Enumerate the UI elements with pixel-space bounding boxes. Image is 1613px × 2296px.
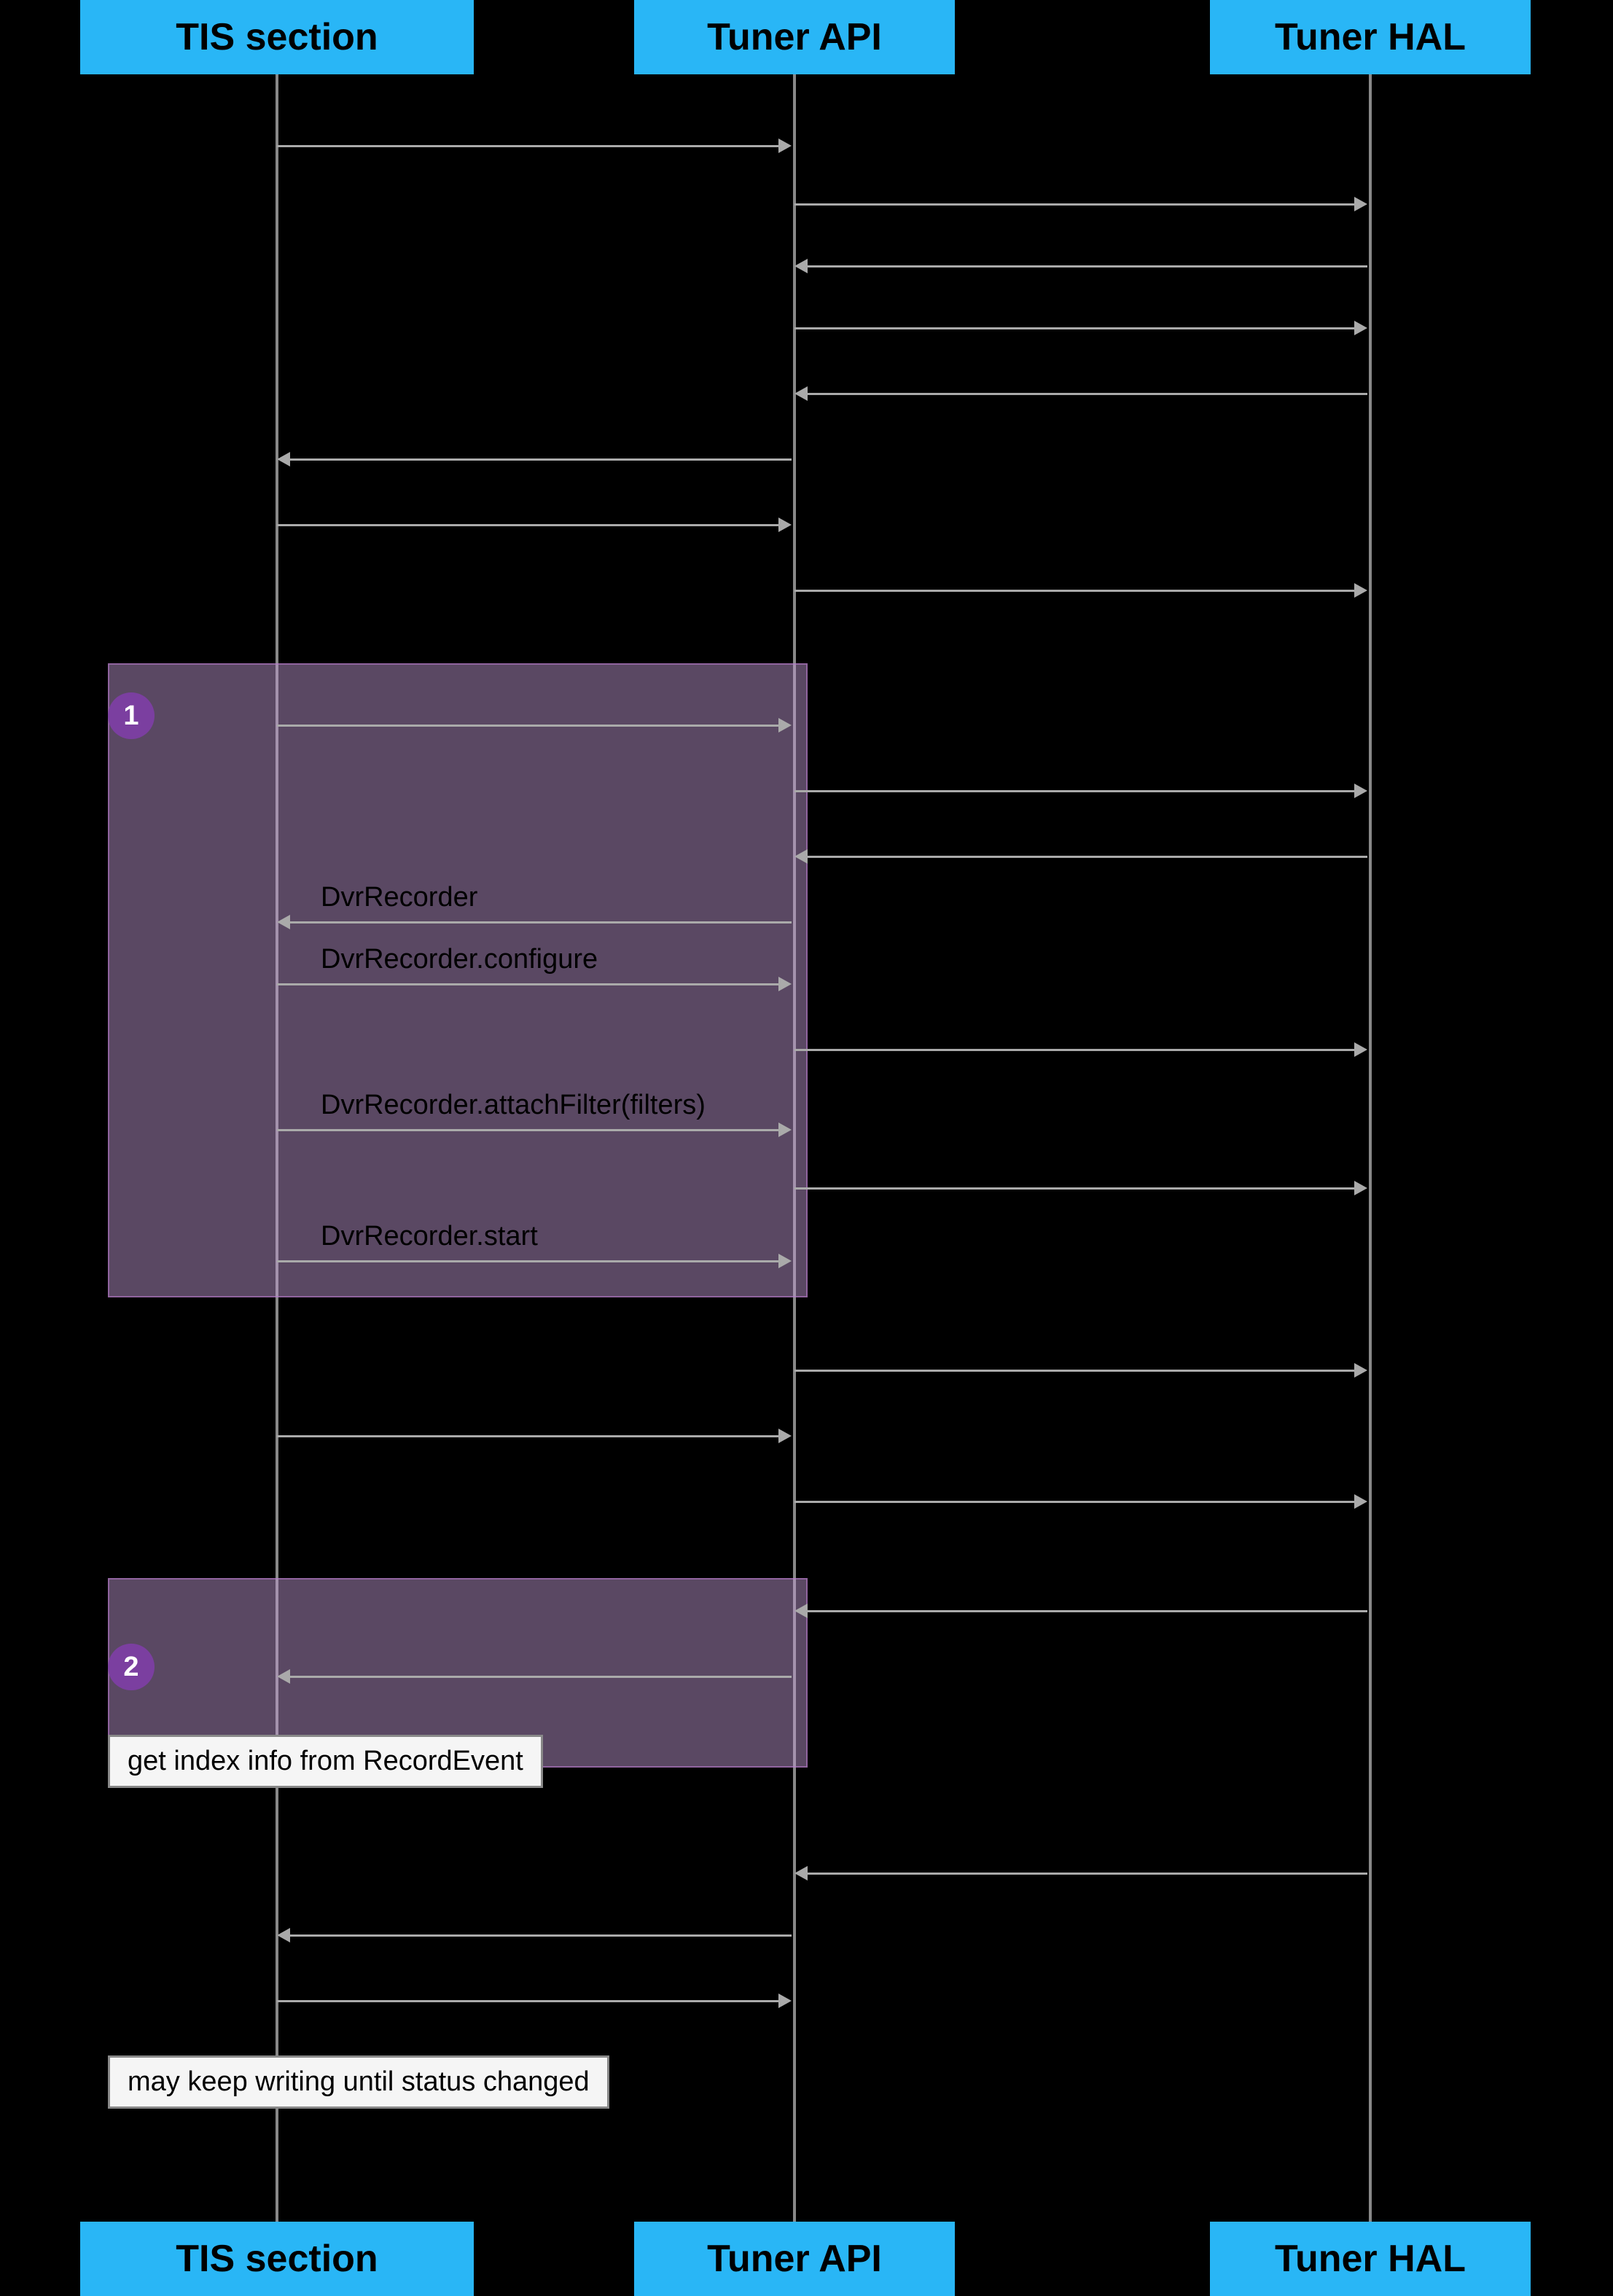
arrow-b2 (794, 784, 1367, 798)
header-tunerhal-top: Tuner HAL (1210, 0, 1531, 74)
arrow-7 (277, 518, 792, 532)
arrow-d1 (794, 1604, 1367, 1618)
arrow-c1 (794, 1363, 1367, 1378)
arrow-2 (794, 197, 1367, 211)
label-dvr-configure: DvrRecorder.configure (321, 944, 598, 975)
label-dvr-start: DvrRecorder.start (321, 1221, 538, 1252)
label-dvr-attach: DvrRecorder.attachFilter(filters) (321, 1090, 706, 1121)
note-keep-writing: may keep writing until status changed (108, 2055, 609, 2109)
arrow-5 (794, 386, 1367, 401)
label-dvr-recorder: DvrRecorder (321, 882, 477, 913)
arrow-b6 (794, 1042, 1367, 1057)
header-tis-top: TIS section (80, 0, 474, 74)
arrow-c2 (277, 1429, 792, 1443)
header-tunerapi-top: Tuner API (634, 0, 955, 74)
arrow-filter-event (277, 1669, 792, 1684)
arrow-c3 (794, 1494, 1367, 1509)
arrow-1 (277, 138, 792, 153)
arrow-e3 (277, 1994, 792, 2008)
arrow-dvr-attach (277, 1122, 792, 1137)
arrow-e1 (794, 1866, 1367, 1881)
arrow-e2 (277, 1928, 792, 1942)
step-circle-2: 2 (108, 1644, 155, 1690)
arrow-3 (794, 259, 1367, 273)
header-tunerapi-bottom: Tuner API (634, 2222, 955, 2296)
arrow-6 (277, 452, 792, 466)
step-circle-1: 1 (108, 692, 155, 739)
arrow-dvr-recorder (277, 915, 792, 929)
note-get-index: get index info from RecordEvent (108, 1735, 543, 1788)
arrow-4 (794, 321, 1367, 335)
arrow-b8 (794, 1181, 1367, 1195)
header-tis-bottom: TIS section (80, 2222, 474, 2296)
arrow-open-dvr (277, 718, 792, 733)
header-tunerhal-bottom: Tuner HAL (1210, 2222, 1531, 2296)
arrow-dvr-configure (277, 977, 792, 991)
lifeline-tunerhal (1369, 74, 1372, 2222)
arrow-dvr-start (277, 1254, 792, 1268)
arrow-8 (794, 583, 1367, 598)
arrow-b3 (794, 849, 1367, 864)
